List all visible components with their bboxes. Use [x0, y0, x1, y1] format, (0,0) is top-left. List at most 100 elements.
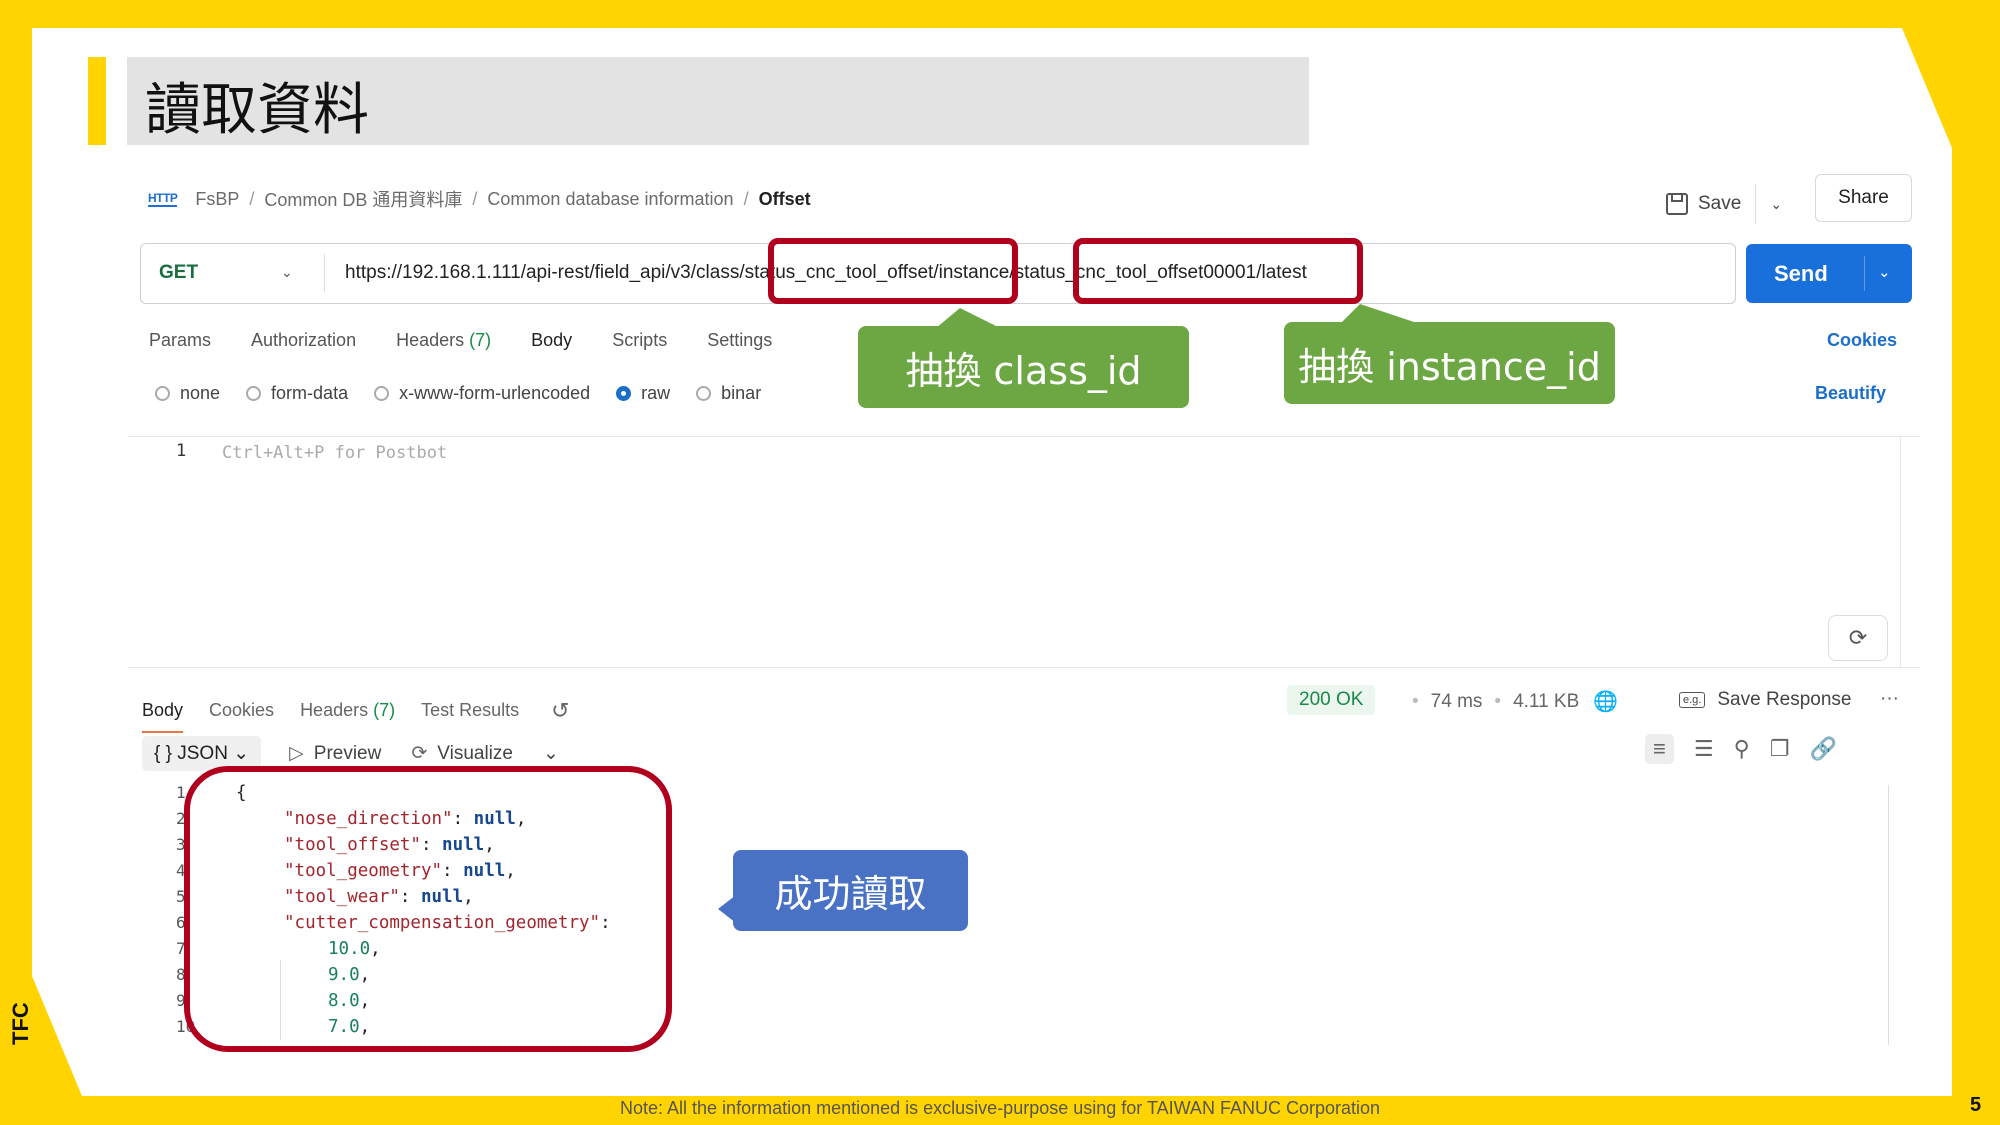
chevron-down-icon[interactable]: ⌄: [281, 264, 293, 281]
breadcrumb: HTTP FsBP / Common DB 通用資料庫 / Common dat…: [148, 186, 811, 212]
chevron-down-icon[interactable]: ⌄: [1878, 263, 1891, 281]
radio-icon: [155, 386, 170, 401]
option-urlencoded[interactable]: x-www-form-urlencoded: [374, 383, 590, 404]
play-icon: ▷: [289, 743, 304, 764]
option-label: form-data: [271, 383, 349, 403]
response-tools: ≡ ☰ ⚲ ❐ 🔗: [1645, 734, 1837, 764]
option-form-data[interactable]: form-data: [246, 383, 348, 404]
example-icon: e.g.: [1679, 692, 1706, 708]
tab-scripts[interactable]: Scripts: [612, 330, 667, 351]
cookies-link[interactable]: Cookies: [1827, 330, 1897, 351]
save-response-button[interactable]: e.g. Save Response: [1679, 689, 1852, 711]
corner-decoration: [1902, 28, 1952, 148]
option-none[interactable]: none: [155, 383, 220, 404]
history-icon[interactable]: ↺: [551, 698, 569, 724]
callout-success: 成功讀取: [733, 850, 968, 931]
radio-icon: [374, 386, 390, 401]
line-number: 1: [176, 441, 187, 461]
logo: TFC: [8, 1002, 33, 1045]
request-tabs: Params Authorization Headers (7) Body Sc…: [149, 330, 812, 351]
response-tabs: Body Cookies Headers (7) Test Results ↺: [142, 688, 570, 733]
save-group: Save ⌄: [1666, 184, 1782, 224]
tab-headers[interactable]: Headers (7): [396, 330, 491, 351]
link-icon[interactable]: 🔗: [1809, 736, 1836, 762]
option-binary[interactable]: binar: [696, 383, 761, 404]
globe-warning-icon[interactable]: 🌐: [1593, 689, 1618, 714]
footer-note: Note: All the information mentioned is e…: [620, 1098, 1380, 1118]
breadcrumb-item[interactable]: FsBP: [195, 189, 239, 210]
postbot-icon[interactable]: ⟳: [1828, 615, 1888, 661]
more-options-icon[interactable]: ···: [1880, 688, 1899, 710]
tab-headers-label: Headers: [300, 700, 369, 720]
tab-authorization[interactable]: Authorization: [251, 330, 356, 351]
title-bar: 讀取資料: [127, 57, 1309, 145]
tab-response-cookies[interactable]: Cookies: [209, 700, 274, 721]
response-time: 74 ms: [1430, 690, 1483, 712]
callout-class-id: 抽換 class_id: [858, 326, 1189, 408]
wrap-lines-icon[interactable]: ≡: [1645, 734, 1674, 764]
send-label: Send: [1774, 261, 1828, 286]
tab-settings[interactable]: Settings: [707, 330, 772, 351]
tab-headers-count: (7): [373, 700, 396, 720]
body-type-options: none form-data x-www-form-urlencoded raw…: [155, 383, 787, 404]
preview-button[interactable]: ▷ Preview: [289, 742, 381, 765]
beautify-link[interactable]: Beautify: [1815, 383, 1886, 404]
format-label: JSON: [177, 743, 228, 764]
radio-selected-icon: [616, 386, 632, 401]
visualize-label: Visualize: [437, 742, 513, 764]
response-size: 4.11 KB: [1513, 690, 1580, 712]
breadcrumb-separator: /: [472, 188, 478, 209]
tab-params[interactable]: Params: [149, 330, 211, 351]
editor-placeholder: Ctrl+Alt+P for Postbot: [222, 443, 448, 463]
scrollbar[interactable]: [1888, 785, 1889, 1045]
divider: [1755, 184, 1757, 224]
option-label: binar: [721, 383, 762, 403]
breadcrumb-item[interactable]: Common DB 通用資料庫: [264, 186, 462, 212]
option-label: none: [180, 383, 221, 403]
divider: [324, 254, 325, 292]
tab-test-results[interactable]: Test Results: [421, 700, 519, 721]
tab-response-body[interactable]: Body: [142, 700, 184, 733]
body-editor[interactable]: 1 Ctrl+Alt+P for Postbot ⟳: [128, 436, 1920, 668]
method-select[interactable]: GET: [159, 262, 198, 284]
search-icon[interactable]: ⚲: [1734, 736, 1750, 762]
corner-decoration: [32, 976, 82, 1096]
response-meta: • 74 ms • 4.11 KB 🌐: [1400, 689, 1618, 714]
tab-response-headers[interactable]: Headers (7): [300, 700, 395, 721]
option-label: x-www-form-urlencoded: [399, 383, 591, 403]
breadcrumb-separator: /: [249, 188, 255, 209]
preview-label: Preview: [313, 742, 382, 764]
status-badge: 200 OK: [1287, 685, 1376, 715]
page-title: 讀取資料: [145, 78, 369, 143]
radio-icon: [246, 386, 262, 401]
callout-instance-id: 抽換 instance_id: [1284, 322, 1615, 404]
visualize-button[interactable]: ⟳ Visualize: [411, 742, 513, 765]
separator-dot: •: [1412, 690, 1419, 712]
chevron-down-icon[interactable]: ⌄: [1770, 196, 1782, 213]
save-icon: [1666, 193, 1688, 215]
breadcrumb-current: Offset: [758, 188, 811, 209]
scrollbar[interactable]: [1900, 437, 1901, 667]
option-raw[interactable]: raw: [616, 383, 670, 404]
divider: [1864, 256, 1865, 291]
copy-icon[interactable]: ❐: [1770, 736, 1790, 762]
separator-dot: •: [1494, 690, 1502, 712]
tab-body[interactable]: Body: [531, 330, 572, 351]
instance-id-highlight: [1073, 238, 1363, 304]
save-response-label: Save Response: [1717, 689, 1852, 710]
send-button[interactable]: Send ⌄: [1746, 244, 1912, 303]
radio-icon: [696, 386, 712, 401]
tab-headers-count: (7): [469, 330, 492, 350]
tab-headers-label: Headers: [396, 330, 465, 350]
save-button[interactable]: Save: [1698, 193, 1741, 215]
title-accent: [88, 57, 106, 145]
http-icon: HTTP: [148, 191, 178, 207]
breadcrumb-separator: /: [743, 188, 749, 209]
class-id-highlight: [768, 238, 1018, 304]
breadcrumb-item[interactable]: Common database information: [487, 189, 733, 210]
response-highlight: [184, 766, 672, 1052]
option-label: raw: [641, 383, 671, 403]
chevron-down-icon[interactable]: ⌄: [543, 742, 559, 765]
share-button[interactable]: Share: [1815, 174, 1912, 222]
filter-icon[interactable]: ☰: [1694, 736, 1714, 762]
